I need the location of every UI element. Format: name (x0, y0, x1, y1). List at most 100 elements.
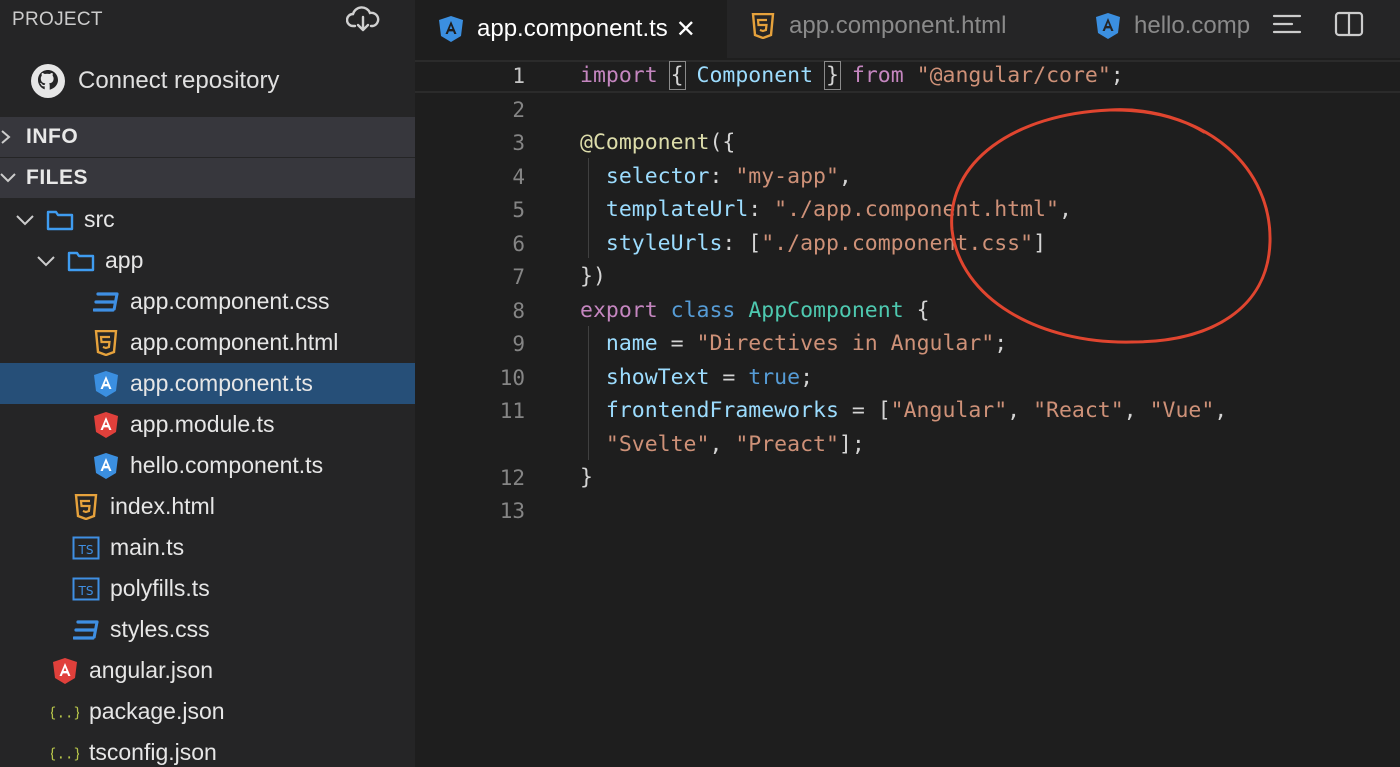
chevron-right-icon (1, 130, 11, 144)
code-area[interactable]: 1 2 3 4 5 6 7 8 9 10 11 12 13 import { C… (415, 58, 1400, 767)
code-line-3: @Component({ (580, 130, 735, 155)
code-line-7: }) (580, 264, 606, 289)
line-number: 12 (499, 466, 525, 490)
tree-item-label: app.module.ts (130, 411, 275, 437)
tree-item-app[interactable]: app (0, 240, 415, 281)
line-number: 13 (499, 499, 525, 523)
code-token: { (668, 61, 686, 90)
html5-icon (72, 493, 100, 521)
section-info-label: INFO (26, 125, 79, 148)
code-token: frontendFrameworks (605, 398, 839, 423)
code-token: name (605, 331, 658, 356)
code-line-12: } (580, 465, 593, 490)
code-token: } (580, 465, 593, 490)
code-token: "my-app" (735, 164, 839, 189)
code-token: , (1123, 398, 1150, 423)
code-token: : (748, 197, 775, 222)
line-number: 8 (512, 299, 525, 323)
css-icon (72, 616, 100, 644)
sidebar: PROJECT Connect repository INFO FILES sr… (0, 0, 415, 767)
code-token: , (1214, 398, 1228, 423)
close-icon[interactable]: ✕ (676, 15, 696, 44)
chevron-down-icon (0, 173, 16, 183)
line-number: 6 (512, 232, 525, 256)
code-token: ] (1033, 231, 1047, 256)
tree-item-app-component-css[interactable]: app.component.css (0, 281, 415, 322)
tree-item-angular-json[interactable]: angular.json (0, 650, 415, 691)
typescript-icon: TS (72, 575, 100, 603)
code-token: styleUrls (605, 231, 723, 256)
outline-menu-icon[interactable] (1271, 10, 1303, 38)
code-token: @Component (580, 130, 710, 155)
code-token: ; (1110, 63, 1124, 88)
angular-ts-icon (1094, 12, 1122, 40)
html5-icon (92, 329, 120, 357)
angular-icon (92, 411, 120, 439)
code-token: , (1058, 197, 1072, 222)
tab-app-component-html[interactable]: app.component.html (727, 0, 1067, 52)
angular-ts-icon (437, 15, 465, 43)
code-token: ; (994, 331, 1008, 356)
code-line-6: styleUrls: ["./app.component.css"] (580, 231, 1046, 256)
line-number: 10 (499, 366, 525, 390)
chevron-down-icon (37, 255, 55, 266)
line-number: 1 (512, 64, 525, 88)
code-token: "Angular" (890, 398, 1008, 423)
tree-item-src[interactable]: src (0, 199, 415, 240)
code-line-4: selector: "my-app", (580, 164, 852, 189)
tree-item-tsconfig-json[interactable]: {..} tsconfig.json (0, 732, 415, 767)
connect-repository-button[interactable]: Connect repository (30, 62, 279, 100)
split-editor-icon[interactable] (1333, 10, 1365, 38)
tree-item-main-ts[interactable]: TS main.ts (0, 527, 415, 568)
tree-item-styles-css[interactable]: styles.css (0, 609, 415, 650)
code-token: : (709, 164, 736, 189)
code-token: true (748, 365, 801, 390)
editor: app.component.ts ✕ app.component.html he… (415, 0, 1400, 767)
sidebar-header: PROJECT (0, 0, 415, 42)
code-token: "Directives in Angular" (696, 331, 995, 356)
code-token: "./app.component.css" (761, 231, 1034, 256)
tree-item-package-json[interactable]: {..} package.json (0, 691, 415, 732)
section-info[interactable]: INFO (0, 117, 415, 157)
tree-item-label: app (105, 247, 144, 273)
line-number: 9 (512, 332, 525, 356)
tree-item-label: src (84, 206, 115, 232)
code-token: AppComponent (748, 298, 904, 323)
code-token: import (580, 63, 658, 88)
connect-repository-label: Connect repository (78, 67, 280, 94)
line-number: 4 (512, 165, 525, 189)
line-number: 7 (512, 265, 525, 289)
code-token: , (838, 164, 852, 189)
tab-app-component-ts[interactable]: app.component.ts ✕ (415, 0, 727, 58)
code-token: export (580, 298, 658, 323)
tab-hello-component-ts[interactable]: hello.comp (1072, 0, 1262, 52)
tree-item-polyfills-ts[interactable]: TS polyfills.ts (0, 568, 415, 609)
json-icon: {..} (51, 698, 79, 726)
tree-item-hello-component-ts[interactable]: hello.component.ts (0, 445, 415, 486)
tree-item-index-html[interactable]: index.html (0, 486, 415, 527)
section-files[interactable]: FILES (0, 158, 415, 198)
tree-item-label: index.html (110, 493, 215, 519)
code-token: = (657, 331, 697, 356)
tree-item-app-component-ts[interactable]: app.component.ts (0, 363, 415, 404)
angular-ts-icon (92, 452, 120, 480)
code-line-8: export class AppComponent { (580, 298, 930, 323)
tree-item-label: app.component.ts (130, 370, 313, 396)
cloud-download-icon[interactable] (346, 6, 380, 34)
code-line-11: frontendFrameworks = ["Angular", "React"… (580, 398, 1227, 423)
tree-item-label: app.component.css (130, 288, 330, 314)
tab-label: app.component.ts (477, 15, 668, 42)
tab-label: hello.comp (1134, 12, 1251, 39)
tree-item-app-module-ts[interactable]: app.module.ts (0, 404, 415, 445)
code-token: } (823, 61, 841, 90)
code-line-10: showText = true; (580, 365, 813, 390)
code-token: class (670, 298, 736, 323)
code-token: ]; (838, 432, 865, 457)
tree-item-label: hello.component.ts (130, 452, 324, 478)
code-token: ({ (709, 130, 736, 155)
line-number: 11 (499, 399, 525, 423)
tree-item-label: app.component.html (130, 329, 339, 355)
code-token: , (709, 432, 736, 457)
code-line-5: templateUrl: "./app.component.html", (580, 197, 1072, 222)
tree-item-app-component-html[interactable]: app.component.html (0, 322, 415, 363)
